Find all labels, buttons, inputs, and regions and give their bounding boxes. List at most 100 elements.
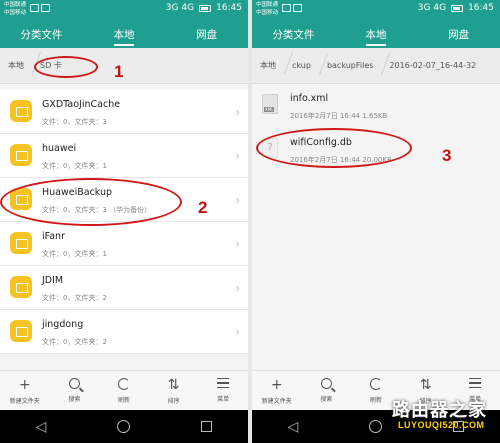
notification-icon xyxy=(41,4,50,12)
bottom-toolbar: + 新建文件夹 搜索 刷新 ⇅ 排序 菜单 xyxy=(0,370,248,410)
menu-icon xyxy=(469,378,482,388)
breadcrumb-local[interactable]: 本地 xyxy=(0,60,34,71)
folder-meta: 文件：0，文件夹：1 xyxy=(42,162,107,170)
annotation-ring-sd-card xyxy=(34,56,98,78)
watermark-title: 路由器之家 xyxy=(392,400,487,421)
clock: 16:45 xyxy=(216,3,242,13)
new-folder-button[interactable]: + 新建文件夹 xyxy=(0,371,50,410)
new-folder-label: 新建文件夹 xyxy=(9,397,40,405)
battery-icon xyxy=(451,4,464,12)
carrier-labels: 中国联通 中国移动 xyxy=(4,1,26,17)
menu-button[interactable]: 菜单 xyxy=(198,371,248,410)
folder-row[interactable]: jingdong 文件：0，文件夹：2 › xyxy=(0,310,248,354)
annotation-number-3: 3 xyxy=(442,146,452,165)
annotation-ring-huaweibackup xyxy=(0,178,182,226)
chevron-right-icon: › xyxy=(235,105,240,119)
search-button[interactable]: 搜索 xyxy=(302,371,352,410)
tab-categories[interactable]: 分类文件 xyxy=(252,20,335,48)
sort-label: 排序 xyxy=(167,397,180,405)
right-screen: 中国联通 中国移动 3G 4G 16:45 分类文件 本地 网盘 本地 ckup… xyxy=(252,0,500,443)
sort-button[interactable]: ⇅ 排序 xyxy=(149,371,199,410)
recent-apps-icon[interactable] xyxy=(201,421,213,432)
folder-name: JDIM xyxy=(42,275,64,286)
carrier-unicom: 中国联通 xyxy=(4,2,27,8)
search-label: 搜索 xyxy=(320,396,333,403)
tab-local[interactable]: 本地 xyxy=(83,20,166,48)
folder-meta: 文件：0，文件夹：2 xyxy=(42,294,107,302)
tab-cloud[interactable]: 网盘 xyxy=(165,20,248,48)
system-nav-bar: ◁ xyxy=(0,410,248,443)
back-icon[interactable]: ◁ xyxy=(36,419,47,435)
new-folder-button[interactable]: + 新建文件夹 xyxy=(252,371,302,410)
annotation-ring-wificonfig xyxy=(256,128,412,168)
refresh-icon xyxy=(369,377,382,390)
status-bar: 中国联通 中国移动 3G 4G 16:45 xyxy=(252,0,500,20)
folder-meta: 文件：0，文件夹：2 xyxy=(42,338,107,346)
folder-icon xyxy=(10,276,32,298)
menu-icon xyxy=(217,378,230,388)
folder-icon xyxy=(10,320,32,342)
notification-icon xyxy=(293,4,302,12)
chevron-right-icon: › xyxy=(235,325,240,339)
refresh-label: 刷新 xyxy=(117,396,130,404)
notification-icons xyxy=(30,4,50,12)
refresh-button[interactable]: 刷新 xyxy=(99,371,149,410)
notification-icons xyxy=(282,4,302,12)
search-icon xyxy=(320,378,332,389)
chevron-right-icon: › xyxy=(235,149,240,163)
watermark-logo: 路由器之家 LUYOUQI520.COM xyxy=(380,396,500,443)
file-meta: 2016年2月7日 16:44 1.65KB xyxy=(290,112,388,120)
sort-icon: ⇅ xyxy=(419,376,432,393)
folder-icon xyxy=(10,232,32,254)
breadcrumb-date-folder[interactable]: 2016-02-07_16-44-32 xyxy=(383,61,486,70)
carrier-mobile: 中国移动 xyxy=(256,10,279,16)
sort-icon: ⇅ xyxy=(167,376,180,393)
battery-icon xyxy=(199,4,212,12)
status-right: 3G 4G 16:45 xyxy=(418,3,494,13)
folder-icon xyxy=(10,144,32,166)
plus-icon: + xyxy=(18,376,31,393)
annotation-number-2: 2 xyxy=(198,198,208,217)
plus-icon: + xyxy=(270,376,283,393)
home-icon[interactable] xyxy=(117,420,131,433)
tab-bar: 分类文件 本地 网盘 xyxy=(0,20,248,48)
folder-meta: 文件：0，文件夹：3 xyxy=(42,118,107,126)
chevron-right-icon: › xyxy=(235,281,240,295)
tab-cloud[interactable]: 网盘 xyxy=(417,20,500,48)
folder-meta: 文件：0，文件夹：1 xyxy=(42,250,107,258)
breadcrumb: 本地 ckup backupFiles 2016-02-07_16-44-32 xyxy=(252,48,500,84)
tab-categories[interactable]: 分类文件 xyxy=(0,20,83,48)
carrier-mobile: 中国移动 xyxy=(4,10,27,16)
status-right: 3G 4G 16:45 xyxy=(166,3,242,13)
search-label: 搜索 xyxy=(68,396,81,403)
notification-icon xyxy=(282,4,291,12)
carrier-labels: 中国联通 中国移动 xyxy=(256,1,278,17)
folder-row[interactable]: GXDTaoJinCache 文件：0，文件夹：3 › xyxy=(0,90,248,134)
folder-name: iFanr xyxy=(42,231,65,242)
breadcrumb-ckup[interactable]: ckup xyxy=(286,61,321,70)
breadcrumb-local[interactable]: 本地 xyxy=(252,60,286,71)
tab-local[interactable]: 本地 xyxy=(335,20,418,48)
signal-label: 3G 4G xyxy=(165,3,195,13)
back-icon[interactable]: ◁ xyxy=(288,419,299,435)
status-bar: 中国联通 中国移动 3G 4G 16:45 xyxy=(0,0,248,20)
clock: 16:45 xyxy=(468,3,494,13)
watermark-url: LUYOUQI520.COM xyxy=(398,420,485,430)
menu-label: 菜单 xyxy=(217,396,230,403)
annotation-number-1: 1 xyxy=(114,62,124,81)
folder-name: GXDTaoJinCache xyxy=(42,99,121,110)
signal-label: 3G 4G xyxy=(417,3,447,13)
folder-row[interactable]: JDIM 文件：0，文件夹：2 › xyxy=(0,266,248,310)
breadcrumb-backupfiles[interactable]: backupFiles xyxy=(321,61,383,70)
folder-name: jingdong xyxy=(42,319,84,330)
folder-row[interactable]: iFanr 文件：0，文件夹：1 › xyxy=(0,222,248,266)
folder-row[interactable]: huawei 文件：0，文件夹：1 › xyxy=(0,134,248,178)
search-icon xyxy=(68,378,80,389)
carrier-unicom: 中国联通 xyxy=(256,2,279,8)
search-button[interactable]: 搜索 xyxy=(50,371,100,410)
tab-bar: 分类文件 本地 网盘 xyxy=(252,20,500,48)
xml-file-icon xyxy=(262,94,278,114)
chevron-right-icon: › xyxy=(235,237,240,251)
file-row[interactable]: info.xml 2016年2月7日 16:44 1.65KB xyxy=(252,84,500,128)
refresh-icon xyxy=(117,377,130,390)
